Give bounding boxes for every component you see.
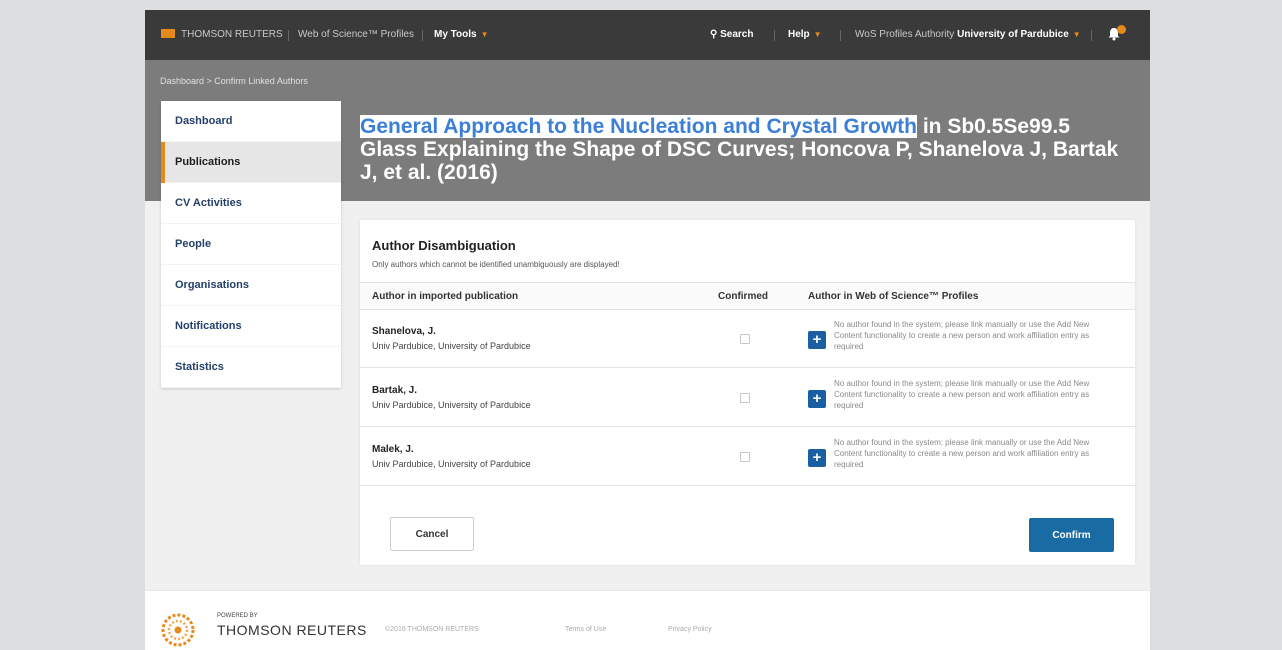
- author-affiliation: Univ Pardubice, University of Pardubice: [372, 400, 531, 410]
- confirmed-checkbox[interactable]: [740, 393, 750, 403]
- sidebar-item-people[interactable]: People: [161, 224, 341, 265]
- sidebar-item-cv-activities[interactable]: CV Activities: [161, 183, 341, 224]
- sidebar-item-dashboard[interactable]: Dashboard: [161, 101, 341, 142]
- copyright-text: ©2016 THOMSON REUTERS: [385, 626, 479, 633]
- breadcrumb[interactable]: Dashboard > Confirm Linked Authors: [160, 76, 308, 86]
- plus-icon: +: [812, 390, 822, 407]
- divider: [1091, 30, 1092, 41]
- no-author-message: No author found in the system; please li…: [834, 438, 1090, 469]
- author-affiliation: Univ Pardubice, University of Pardubice: [372, 459, 531, 469]
- privacy-policy-link[interactable]: Privacy Policy: [668, 626, 712, 633]
- add-author-button[interactable]: +: [808, 449, 826, 467]
- sidebar-item-notifications[interactable]: Notifications: [161, 306, 341, 347]
- thomson-reuters-logo-icon: [161, 613, 195, 647]
- author-name: Malek, J.: [372, 444, 414, 455]
- cancel-button[interactable]: Cancel: [390, 517, 474, 551]
- product-name[interactable]: Web of Science™ Profiles: [298, 10, 414, 60]
- sidebar-item-organisations[interactable]: Organisations: [161, 265, 341, 306]
- top-navigation-bar: THOMSON REUTERS Web of Science™ Profiles…: [145, 10, 1150, 60]
- chevron-down-icon: ▼: [1072, 30, 1081, 39]
- plus-icon: +: [812, 449, 822, 466]
- authority-selector[interactable]: WoS Profiles Authority University of Par…: [855, 10, 1081, 60]
- terms-of-use-link[interactable]: Terms of Use: [565, 626, 606, 633]
- author-disambiguation-panel: Author Disambiguation Only authors which…: [360, 220, 1135, 565]
- chevron-down-icon: ▼: [813, 30, 822, 39]
- divider: [288, 30, 289, 41]
- no-author-message: No author found in the system; please li…: [834, 320, 1090, 351]
- footer-brand: THOMSON REUTERS: [217, 622, 367, 638]
- table-row: Malek, J. Univ Pardubice, University of …: [360, 428, 1135, 486]
- column-header-author: Author in imported publication: [372, 291, 519, 302]
- chevron-down-icon: ▼: [480, 30, 489, 39]
- confirm-button[interactable]: Confirm: [1029, 518, 1114, 552]
- sidebar: Dashboard Publications CV Activities Peo…: [161, 101, 341, 388]
- confirmed-checkbox[interactable]: [740, 452, 750, 462]
- panel-title: Author Disambiguation: [372, 238, 516, 253]
- column-header-confirmed: Confirmed: [718, 291, 768, 302]
- table-row: Shanelova, J. Univ Pardubice, University…: [360, 310, 1135, 368]
- my-tools-menu[interactable]: My Tools ▼: [434, 10, 489, 60]
- app-window: THOMSON REUTERS Web of Science™ Profiles…: [145, 10, 1150, 650]
- author-affiliation: Univ Pardubice, University of Pardubice: [372, 341, 531, 351]
- footer: POWERED BY THOMSON REUTERS ©2016 THOMSON…: [145, 590, 1150, 650]
- table-row: Bartak, J. Univ Pardubice, University of…: [360, 369, 1135, 427]
- divider: [774, 30, 775, 41]
- brand-logo[interactable]: THOMSON REUTERS: [161, 10, 283, 60]
- add-author-button[interactable]: +: [808, 390, 826, 408]
- notification-badge: [1117, 25, 1126, 34]
- sidebar-item-publications[interactable]: Publications: [161, 142, 341, 183]
- confirmed-checkbox[interactable]: [740, 334, 750, 344]
- add-author-button[interactable]: +: [808, 331, 826, 349]
- search-icon: ⚲: [710, 29, 718, 40]
- plus-icon: +: [812, 331, 822, 348]
- divider: [422, 30, 423, 41]
- divider: [840, 30, 841, 41]
- thomson-reuters-logo-icon: [161, 28, 175, 38]
- panel-subtitle: Only authors which cannot be identified …: [372, 260, 620, 269]
- powered-by-label: POWERED BY: [217, 613, 258, 619]
- page-title: General Approach to the Nucleation and C…: [360, 115, 1130, 184]
- author-name: Bartak, J.: [372, 385, 418, 396]
- table-header: Author in imported publication Confirmed…: [360, 282, 1135, 310]
- page-title-selected-text: General Approach to the Nucleation and C…: [360, 115, 917, 138]
- help-menu[interactable]: Help ▼: [788, 10, 822, 60]
- search-button[interactable]: ⚲ Search: [710, 10, 753, 60]
- column-header-profile: Author in Web of Science™ Profiles: [808, 291, 979, 302]
- no-author-message: No author found in the system; please li…: [834, 379, 1090, 410]
- author-name: Shanelova, J.: [372, 326, 436, 337]
- sidebar-item-statistics[interactable]: Statistics: [161, 347, 341, 388]
